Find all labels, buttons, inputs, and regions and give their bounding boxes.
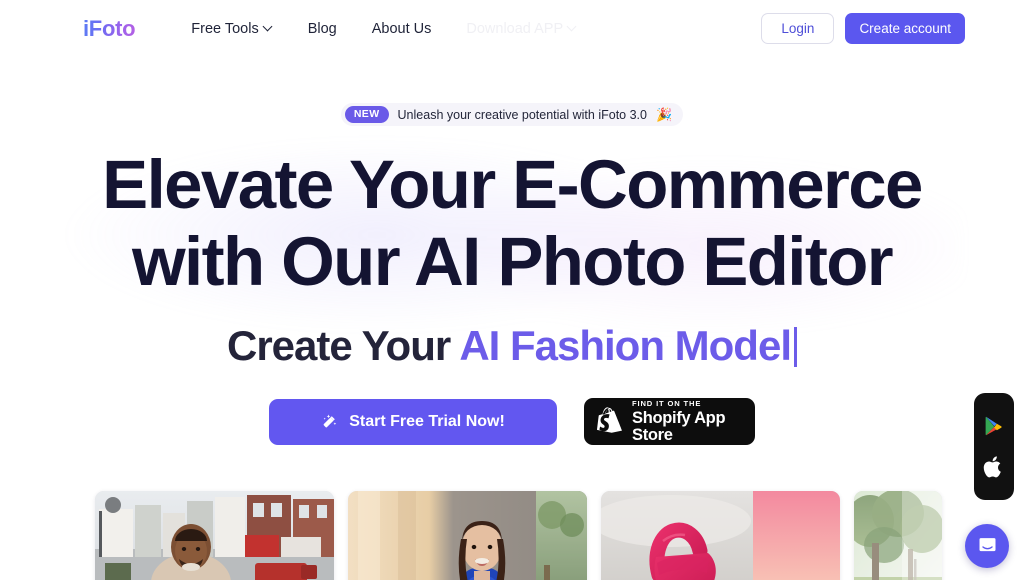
- apple-icon[interactable]: [983, 456, 1005, 478]
- subheadline-static-text: Create Your: [227, 322, 460, 369]
- nav-item-label: Blog: [307, 20, 337, 37]
- start-free-trial-label: Start Free Trial Now!: [349, 412, 505, 430]
- announcement-wrap: NEW Unleash your creative potential with…: [0, 103, 1024, 126]
- nav-item-free-tools[interactable]: Free Tools: [191, 21, 272, 37]
- announcement-text: Unleash your creative potential with iFo…: [397, 107, 647, 122]
- logo[interactable]: iFoto: [83, 17, 136, 40]
- page-title: Elevate Your E-Commerce with Our AI Phot…: [0, 146, 1024, 300]
- gallery-card-pink-handbag-product[interactable]: [601, 491, 840, 580]
- hero-gallery: [95, 491, 995, 580]
- sub-headline: Create Your AI Fashion Model: [0, 320, 1024, 372]
- gallery-card-outdoor-trees-scene[interactable]: [854, 491, 942, 580]
- gallery-image: [854, 491, 942, 580]
- headline-line-2: with Our AI Photo Editor: [131, 223, 894, 300]
- start-free-trial-button[interactable]: Start Free Trial Now!: [269, 398, 557, 445]
- shopify-app-store-badge[interactable]: FIND IT ON THE Shopify App Store: [584, 398, 755, 445]
- chevron-down-icon: [568, 23, 577, 32]
- site-header: iFoto Free Tools Blog About Us Download …: [0, 0, 1024, 57]
- announcement-banner[interactable]: NEW Unleash your creative potential with…: [340, 103, 684, 126]
- party-popper-icon: 🎉: [655, 106, 673, 122]
- chat-launcher-button[interactable]: [965, 524, 1009, 568]
- gallery-image: [601, 491, 840, 580]
- cta-row: Start Free Trial Now! FIND IT ON THE Sho…: [0, 398, 1024, 445]
- typing-caret: [793, 327, 797, 367]
- new-badge: NEW: [344, 106, 389, 123]
- shopify-badge-text: FIND IT ON THE Shopify App Store: [632, 400, 742, 444]
- chevron-down-icon: [264, 23, 273, 32]
- nav-item-about-us[interactable]: About Us: [372, 21, 432, 37]
- main-nav: Free Tools Blog About Us Download APP: [191, 21, 577, 37]
- shopify-badge-small-label: FIND IT ON THE: [632, 398, 702, 408]
- gallery-image: [95, 491, 334, 580]
- gallery-card-woman-braids-blue-jacket[interactable]: [348, 491, 587, 580]
- create-account-button[interactable]: Create account: [845, 13, 965, 44]
- nav-item-label: Download APP: [466, 20, 564, 37]
- shopify-badge-large-label: Shopify App Store: [632, 409, 726, 444]
- landing-page: iFoto Free Tools Blog About Us Download …: [0, 0, 1024, 580]
- google-play-icon[interactable]: [983, 415, 1005, 437]
- subheadline-typed-text: AI Fashion Model: [459, 322, 792, 369]
- header-actions: Login Create account: [761, 13, 965, 44]
- nav-item-download-app[interactable]: Download APP: [466, 21, 577, 37]
- gallery-card-man-street-portrait[interactable]: [95, 491, 334, 580]
- magic-wand-icon: [323, 414, 337, 428]
- nav-item-blog[interactable]: Blog: [308, 21, 337, 37]
- nav-item-label: Free Tools: [191, 20, 259, 37]
- intercom-chat-icon: [979, 538, 995, 552]
- shopify-bag-icon: [597, 407, 622, 433]
- login-button[interactable]: Login: [761, 13, 835, 44]
- gallery-image: [348, 491, 587, 580]
- nav-item-label: About Us: [371, 20, 432, 37]
- download-app-pill[interactable]: [974, 393, 1014, 500]
- headline-line-1: Elevate Your E-Commerce: [102, 146, 923, 223]
